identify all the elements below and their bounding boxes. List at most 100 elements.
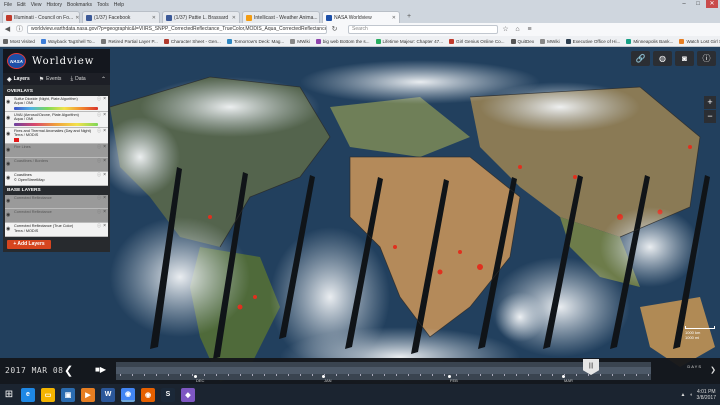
bookmark-item[interactable]: MWiki — [290, 38, 310, 44]
tab-data[interactable]: ⤓ Data — [70, 76, 85, 83]
bookmark-item[interactable]: MWiki — [540, 38, 560, 44]
network-icon[interactable]: ▲ — [681, 392, 686, 398]
remove-layer-icon[interactable]: × — [103, 159, 106, 165]
layer-item[interactable]: ◉ Sulfur Dioxide (Night, Plate Algorithm)… — [5, 96, 108, 112]
browser-tab[interactable]: (1/37) Facebook ✕ — [82, 11, 160, 23]
bookmark-item[interactable]: Retired Partial Layer P... — [101, 38, 158, 44]
bookmark-item[interactable]: Girl Genius Online Co... — [449, 38, 505, 44]
info-icon[interactable]: ⓘ — [15, 25, 24, 34]
menu-item[interactable]: View — [31, 2, 42, 8]
visibility-icon[interactable]: ◉ — [6, 199, 10, 205]
layer-item[interactable]: ◉ Fires and Thermal Anomalies (Day and Ni… — [5, 127, 108, 145]
layer-item[interactable]: ◉ Corrected Reflectance (True Color) Terra… — [5, 223, 108, 238]
new-tab-button[interactable]: + — [404, 12, 414, 22]
layer-item[interactable]: ◉ Fire Lines ⓘ × — [5, 144, 108, 159]
media-icon[interactable]: ▶ — [81, 387, 95, 402]
tab-close-icon[interactable]: ✕ — [152, 15, 156, 21]
layer-info-icon[interactable]: ⓘ — [97, 112, 101, 117]
firefox-icon[interactable]: ◉ — [141, 387, 155, 402]
reload-icon[interactable]: ↻ — [330, 25, 339, 34]
timeline-bar[interactable] — [116, 367, 651, 374]
tab-close-icon[interactable]: ✕ — [392, 15, 396, 21]
menu-item[interactable]: Bookmarks — [67, 2, 92, 8]
bookmark-item[interactable]: Character Sheet - Gen... — [163, 38, 221, 44]
timeline-date[interactable]: 2017 MAR 08 — [5, 366, 63, 375]
bookmark-item[interactable]: QuitDex — [510, 38, 534, 44]
menu-icon[interactable]: ≡ — [525, 25, 534, 34]
tab-layers[interactable]: ◈ Layers — [7, 76, 30, 83]
start-button[interactable]: ⊞ — [0, 384, 18, 405]
bookmark-item[interactable]: Wayback TagShell To... — [40, 38, 95, 44]
menu-item[interactable]: Tools — [97, 2, 109, 8]
url-bar[interactable]: worldview.earthdata.nasa.gov/?p=geograph… — [27, 25, 327, 34]
remove-layer-icon[interactable]: × — [103, 173, 106, 179]
visibility-icon[interactable]: ◉ — [6, 131, 10, 137]
visibility-icon[interactable]: ◉ — [6, 213, 10, 219]
previous-day-icon[interactable]: ❮ — [64, 364, 73, 377]
visibility-icon[interactable]: ◉ — [6, 162, 10, 168]
collapse-icon[interactable]: ⌃ — [101, 76, 106, 83]
visibility-icon[interactable]: ◉ — [6, 99, 10, 105]
remove-layer-icon[interactable]: × — [103, 112, 106, 118]
menu-item[interactable]: Edit — [17, 2, 26, 8]
menu-item[interactable]: History — [46, 2, 62, 8]
layer-info-icon[interactable]: ⓘ — [97, 173, 101, 178]
bookmark-item[interactable]: Watch Lost Girl Seas... — [679, 38, 720, 44]
layer-info-icon[interactable]: ⓘ — [97, 224, 101, 229]
folder-icon[interactable]: ▭ — [41, 387, 55, 402]
browser-tab[interactable]: NASA Worldview ✕ — [322, 11, 400, 23]
bookmark-item[interactable]: Tomorrow's Deck: Mag... — [226, 38, 284, 44]
tab-events[interactable]: ⚑ Events — [39, 76, 62, 83]
link-icon[interactable]: 🔗 — [631, 51, 650, 66]
ie-icon[interactable]: e — [21, 387, 35, 402]
layer-info-icon[interactable]: ⓘ — [97, 96, 101, 101]
store-icon[interactable]: ▣ — [61, 387, 75, 402]
layer-info-icon[interactable]: ⓘ — [97, 145, 101, 150]
star-icon[interactable]: ☆ — [501, 25, 510, 34]
tab-close-icon[interactable]: ✕ — [75, 15, 79, 21]
layer-item[interactable]: ◉ Corrected Reflectance ⓘ × — [5, 195, 108, 210]
misc-icon[interactable]: ◆ — [181, 387, 195, 402]
visibility-icon[interactable]: ◉ — [6, 176, 10, 182]
bookmark-item[interactable]: Most Visited — [3, 38, 35, 44]
home-icon[interactable]: ⌂ — [513, 25, 522, 34]
layer-item[interactable]: ◉ Coastlines / Borders ⓘ × — [5, 158, 108, 173]
back-icon[interactable]: ◀ — [3, 25, 12, 34]
chrome-icon[interactable]: ◉ — [121, 387, 135, 402]
layer-info-icon[interactable]: ⓘ — [97, 159, 101, 164]
layer-item[interactable]: ◉ Coastlines © OpenStreetMap ⓘ × — [5, 172, 108, 187]
browser-tab[interactable]: (1/37) Pattie L. Brassard ✕ — [162, 11, 240, 23]
zoom-out-button[interactable]: − — [704, 110, 716, 123]
minimize-icon[interactable]: – — [678, 0, 690, 8]
layer-info-icon[interactable]: ⓘ — [97, 196, 101, 201]
layer-info-icon[interactable]: ⓘ — [97, 128, 101, 133]
timeline-interval[interactable]: DAYS — [687, 364, 702, 369]
menu-item[interactable]: Help — [114, 2, 124, 8]
bookmark-item[interactable]: Minneapolis Bank... — [626, 38, 673, 44]
remove-layer-icon[interactable]: × — [103, 128, 106, 134]
search-input[interactable]: Search — [348, 25, 498, 34]
add-layers-button[interactable]: + Add Layers — [7, 240, 51, 250]
projection-icon[interactable]: ◍ — [653, 51, 672, 66]
remove-layer-icon[interactable]: × — [103, 224, 106, 230]
bookmark-item[interactable]: big web Bottom the s... — [315, 38, 370, 44]
remove-layer-icon[interactable]: × — [103, 96, 106, 102]
info-icon[interactable]: ⓘ — [697, 51, 716, 66]
visibility-icon[interactable]: ◉ — [6, 115, 10, 121]
steam-icon[interactable]: S — [161, 387, 175, 402]
volume-icon[interactable]: ◖ — [690, 392, 693, 398]
visibility-icon[interactable]: ◉ — [6, 227, 10, 233]
remove-layer-icon[interactable]: × — [103, 210, 106, 216]
layer-item[interactable]: ◉ UVAI (Aerosol/Ozone, Plate Algorithm) Aq… — [5, 111, 108, 128]
tab-close-icon[interactable]: ✕ — [232, 15, 236, 21]
zoom-in-button[interactable]: + — [704, 96, 716, 109]
animation-icon[interactable]: ■▶ — [95, 365, 108, 374]
bookmark-item[interactable]: Executive Office of Hi... — [565, 38, 620, 44]
timeline-collapse-icon[interactable]: ❯ — [710, 366, 716, 374]
browser-tab[interactable]: Illuminati - Council on Fo... ✕ — [2, 11, 80, 23]
bookmark-item[interactable]: Lifetime Majeur: Chapter 47... — [375, 38, 443, 44]
remove-layer-icon[interactable]: × — [103, 196, 106, 202]
clock[interactable]: 4:01 PM 3/8/2017 — [697, 389, 716, 401]
camera-icon[interactable]: ◙ — [675, 51, 694, 66]
remove-layer-icon[interactable]: × — [103, 145, 106, 151]
